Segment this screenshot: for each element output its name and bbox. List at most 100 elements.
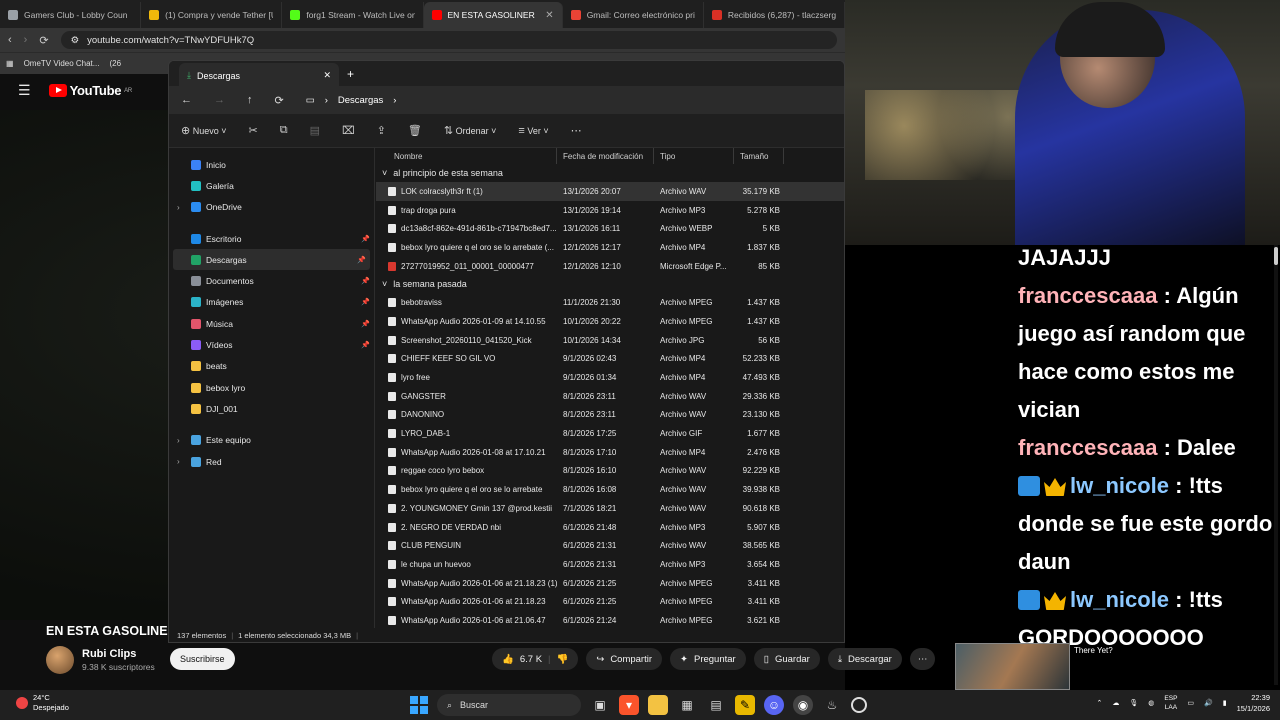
channel-name[interactable]: Rubi Clips	[82, 648, 155, 660]
back-arrow-icon[interactable]: ←	[181, 94, 192, 106]
sidebar-item[interactable]: › OneDrive	[169, 197, 374, 218]
file-row[interactable]: WhatsApp Audio 2026-01-08 at 17.10.21 8/1…	[376, 443, 844, 462]
language-indicator[interactable]: ESP LAA	[1164, 694, 1177, 712]
rename-icon[interactable]: ⌧	[342, 124, 355, 137]
delete-icon[interactable]: 🗑	[408, 124, 422, 137]
sidebar-item[interactable]: Música 📌	[169, 313, 374, 334]
breadcrumb-current[interactable]: Descargas	[338, 95, 383, 106]
forward-arrow-icon[interactable]: →	[214, 94, 225, 106]
sidebar-item[interactable]: Galería	[169, 175, 374, 196]
forward-icon[interactable]: ›	[24, 34, 28, 46]
file-row[interactable]: DANONINO 8/1/2026 23:11 Archivo WAV 23.130 …	[376, 406, 844, 425]
file-row[interactable]: 2. YOUNGMONEY Gmin 137 @prod.kestii 7/1/2…	[376, 499, 844, 518]
clock[interactable]: 22:39 15/1/2026	[1237, 692, 1270, 714]
expand-chevron-icon[interactable]: ›	[177, 436, 180, 445]
pin-icon[interactable]: 📌	[361, 341, 370, 349]
like-button[interactable]: 👍 6.7 K | 👎	[492, 648, 579, 670]
browser-tab[interactable]: (1) Compra y vende Tether [US	[141, 2, 283, 28]
tray-chevron-icon[interactable]: ⌃	[1097, 699, 1103, 707]
file-row[interactable]: 27277019952_011_00001_00000477 12/1/2026 …	[376, 257, 844, 276]
sidebar-item[interactable]: Vídeos 📌	[169, 334, 374, 355]
file-row[interactable]: CLUB PENGUIN 6/1/2026 21:31 Archivo WAV 38.…	[376, 536, 844, 555]
channel-info[interactable]: Rubi Clips 9.38 K suscriptores	[46, 646, 155, 674]
apps-icon[interactable]: ▦	[6, 59, 14, 68]
file-row[interactable]: bebox lyro quiere q el oro se lo arrebat…	[376, 238, 844, 257]
back-icon[interactable]: ‹	[8, 34, 12, 46]
reload-icon[interactable]: ⟳	[39, 34, 48, 47]
download-button[interactable]: ⤓ Descargar	[827, 648, 902, 670]
file-row[interactable]: CHIEFF KEEF SO GIL VO 9/1/2026 02:43 Archi…	[376, 350, 844, 369]
browser-tab[interactable]: Gamers Club - Lobby Coun	[0, 2, 142, 28]
new-tab-icon[interactable]: +	[347, 67, 354, 81]
file-row[interactable]: LOK colracslyth3r ft (1) 13/1/2026 20:07 A…	[376, 182, 844, 201]
sidebar-item[interactable]: Escritorio 📌	[169, 228, 374, 249]
battery-icon[interactable]: ▮	[1223, 699, 1227, 707]
weather-widget[interactable]: 24°C Despejado	[16, 693, 69, 713]
file-row[interactable]: 2. NEGRO DE VERDAD nbi 6/1/2026 21:48 Arch…	[376, 518, 844, 537]
discord-icon[interactable]: ☺	[764, 695, 784, 715]
ask-button[interactable]: ✦ Preguntar	[670, 648, 746, 670]
close-tab-icon[interactable]: ✕	[323, 70, 331, 81]
new-button[interactable]: ⊕ Nuevo ˅	[181, 124, 227, 137]
file-row[interactable]: Screenshot_20260110_041520_Kick 10/1/2026…	[376, 331, 844, 350]
sidebar-item[interactable]: › Este equipo	[169, 430, 374, 451]
share-button[interactable]: ↪ Compartir	[586, 648, 663, 670]
file-row[interactable]: GANGSTER 8/1/2026 23:11 Archivo WAV 29.336 …	[376, 387, 844, 406]
cut-icon[interactable]: ✂	[249, 124, 258, 137]
file-row[interactable]: WhatsApp Audio 2026-01-06 at 21.06.47 6/1…	[376, 611, 844, 630]
steam-icon[interactable]: ♨	[822, 695, 842, 715]
start-icon[interactable]	[410, 696, 428, 714]
site-info-icon[interactable]: ⚙	[71, 35, 80, 46]
sidebar-item[interactable]: › Red	[169, 451, 374, 472]
bookmark-whatsapp[interactable]: (26	[109, 59, 121, 68]
file-row[interactable]: bebotraviss 11/1/2026 21:30 Archivo MPEG 1.…	[376, 293, 844, 312]
thumbs-down-icon[interactable]: 👎	[557, 654, 569, 665]
sidebar-item[interactable]: DJI_001	[169, 398, 374, 419]
bookmark-ometv[interactable]: OmeTV Video Chat...	[24, 59, 100, 68]
more-button[interactable]: ⋯	[909, 648, 936, 670]
subscribe-button[interactable]: Suscribirse	[170, 648, 235, 670]
sidebar-item[interactable]: Documentos 📌	[169, 270, 374, 291]
file-row[interactable]: reggae coco lyro bebox 8/1/2026 16:10 Arch…	[376, 462, 844, 481]
brave-icon[interactable]: ▾	[619, 695, 639, 715]
breadcrumb[interactable]: ▭ › Descargas ›	[306, 95, 397, 106]
more-options-icon[interactable]: ⋯	[571, 124, 582, 137]
gamers-club-icon[interactable]	[851, 697, 867, 713]
up-arrow-icon[interactable]: ↑	[247, 94, 253, 106]
sidebar-item[interactable]: bebox lyro	[169, 377, 374, 398]
collapse-chevron-icon[interactable]: ˅	[382, 279, 387, 289]
chrome-icon[interactable]: ◉	[793, 695, 813, 715]
sidebar-item[interactable]: beats	[169, 356, 374, 377]
group-header[interactable]: ˅ al principio de esta semana	[376, 164, 844, 182]
sidebar-item[interactable]: Imágenes 📌	[169, 292, 374, 313]
file-row[interactable]: dc13a8cf-862e-491d-861b-c71947bc8ed7... 1…	[376, 219, 844, 238]
file-explorer-icon[interactable]	[648, 695, 668, 715]
column-size[interactable]: Tamaño	[734, 148, 784, 164]
network-icon[interactable]: ▭	[1187, 699, 1194, 707]
mic-icon[interactable]: 🎙	[1129, 699, 1138, 707]
share-file-icon[interactable]: ⇪	[377, 124, 386, 137]
breadcrumb-chevron-icon[interactable]: ›	[393, 95, 396, 106]
cloud-icon[interactable]: ☁	[1112, 699, 1119, 707]
browser-tab[interactable]: Recibidos (6,287) - tlaczsergi	[704, 2, 846, 28]
column-date[interactable]: Fecha de modificación	[557, 148, 654, 164]
youtube-logo[interactable]: YouTube AR	[48, 83, 132, 98]
sort-button[interactable]: ⇅ Ordenar ˅	[444, 124, 497, 137]
explorer-tab[interactable]: ⤓ Descargas ✕	[179, 63, 339, 88]
view-button[interactable]: ≡ Ver ˅	[518, 125, 548, 137]
channel-avatar[interactable]	[46, 646, 74, 674]
browser-tab[interactable]: forg1 Stream - Watch Live on	[282, 2, 424, 28]
file-row[interactable]: le chupa un huevoo 6/1/2026 21:31 Archivo …	[376, 555, 844, 574]
chat-scrollbar[interactable]	[1274, 245, 1278, 685]
save-button[interactable]: ▯ Guardar	[753, 648, 820, 670]
file-row[interactable]: trap droga pura 13/1/2026 19:14 Archivo MP…	[376, 201, 844, 220]
browser-tab[interactable]: Gmail: Correo electrónico priv	[563, 2, 704, 28]
file-row[interactable]: lyro free 9/1/2026 01:34 Archivo MP4 47.493…	[376, 368, 844, 387]
browser-tab[interactable]: EN ESTA GASOLINERA PA ✕	[423, 2, 563, 28]
pin-icon[interactable]: 📌	[361, 235, 370, 243]
column-name[interactable]: Nombre	[376, 148, 557, 164]
collapse-chevron-icon[interactable]: ˅	[382, 168, 387, 178]
pin-icon[interactable]: 📌	[361, 320, 370, 328]
pin-icon[interactable]: 📌	[357, 256, 366, 264]
calculator-icon[interactable]: ▦	[677, 695, 697, 715]
